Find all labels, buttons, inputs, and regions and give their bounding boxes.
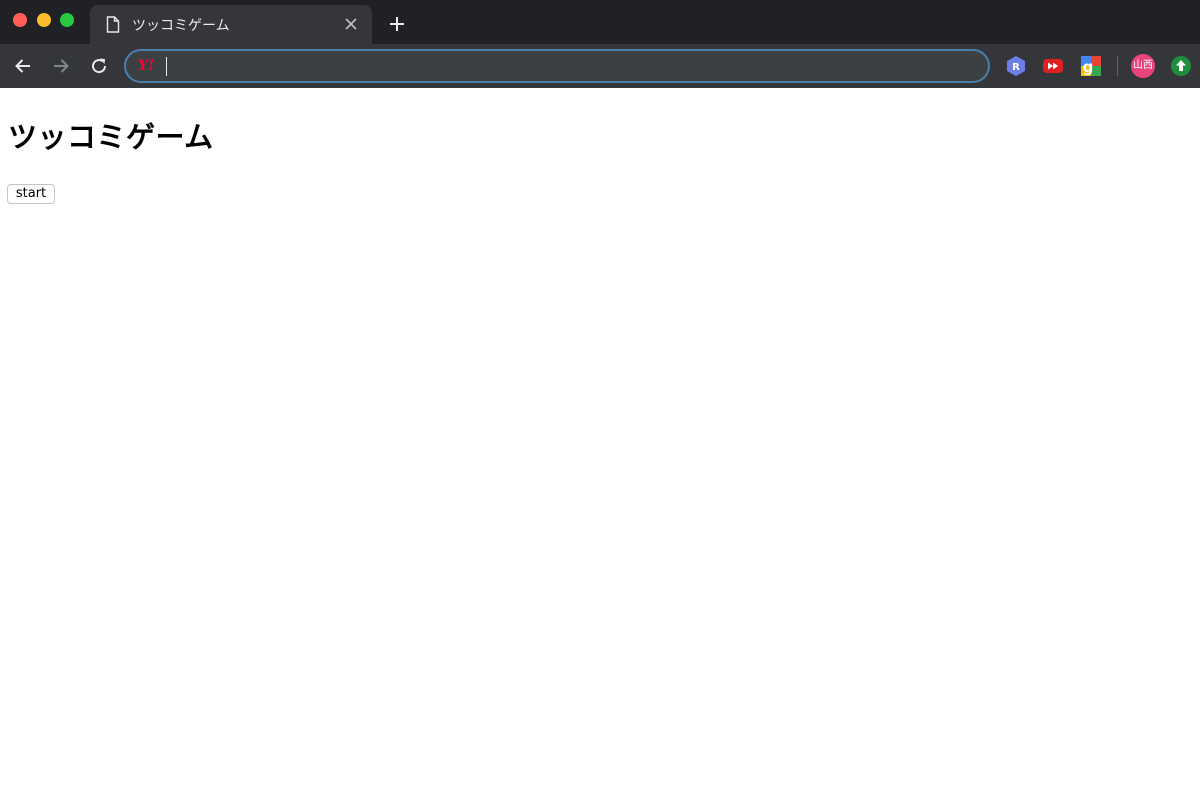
text-caret	[166, 57, 167, 76]
forward-arrow-icon[interactable]	[51, 56, 71, 76]
profile-avatar[interactable]: 山西	[1131, 54, 1155, 78]
start-button[interactable]: start	[7, 184, 55, 204]
page-title: ツッコミゲーム	[8, 120, 214, 154]
toolbar-divider	[1117, 56, 1118, 76]
svg-text:g: g	[1083, 58, 1094, 76]
search-engine-icon: Y!	[138, 58, 155, 74]
back-arrow-icon[interactable]	[13, 56, 33, 76]
window-minimize-button[interactable]	[37, 13, 51, 27]
address-bar[interactable]: Y!	[124, 49, 990, 83]
r-extension-icon[interactable]: R	[1005, 55, 1027, 77]
upload-extension-icon[interactable]	[1170, 55, 1192, 77]
window-close-button[interactable]	[13, 13, 27, 27]
close-icon[interactable]	[344, 17, 358, 31]
browser-toolbar: Y! R g 山西	[0, 44, 1200, 88]
google-extension-icon[interactable]: g	[1080, 55, 1102, 77]
window-maximize-button[interactable]	[60, 13, 74, 27]
document-icon	[106, 16, 120, 33]
new-tab-button[interactable]	[388, 15, 406, 33]
browser-titlebar: ツッコミゲーム	[0, 0, 1200, 44]
address-input[interactable]	[164, 54, 964, 78]
page-content: ツッコミゲーム start	[0, 88, 1200, 791]
svg-text:R: R	[1012, 62, 1020, 73]
play-extension-icon[interactable]	[1042, 55, 1064, 77]
browser-tab[interactable]: ツッコミゲーム	[90, 5, 372, 44]
tab-title: ツッコミゲーム	[132, 18, 230, 34]
reload-icon[interactable]	[89, 56, 109, 76]
